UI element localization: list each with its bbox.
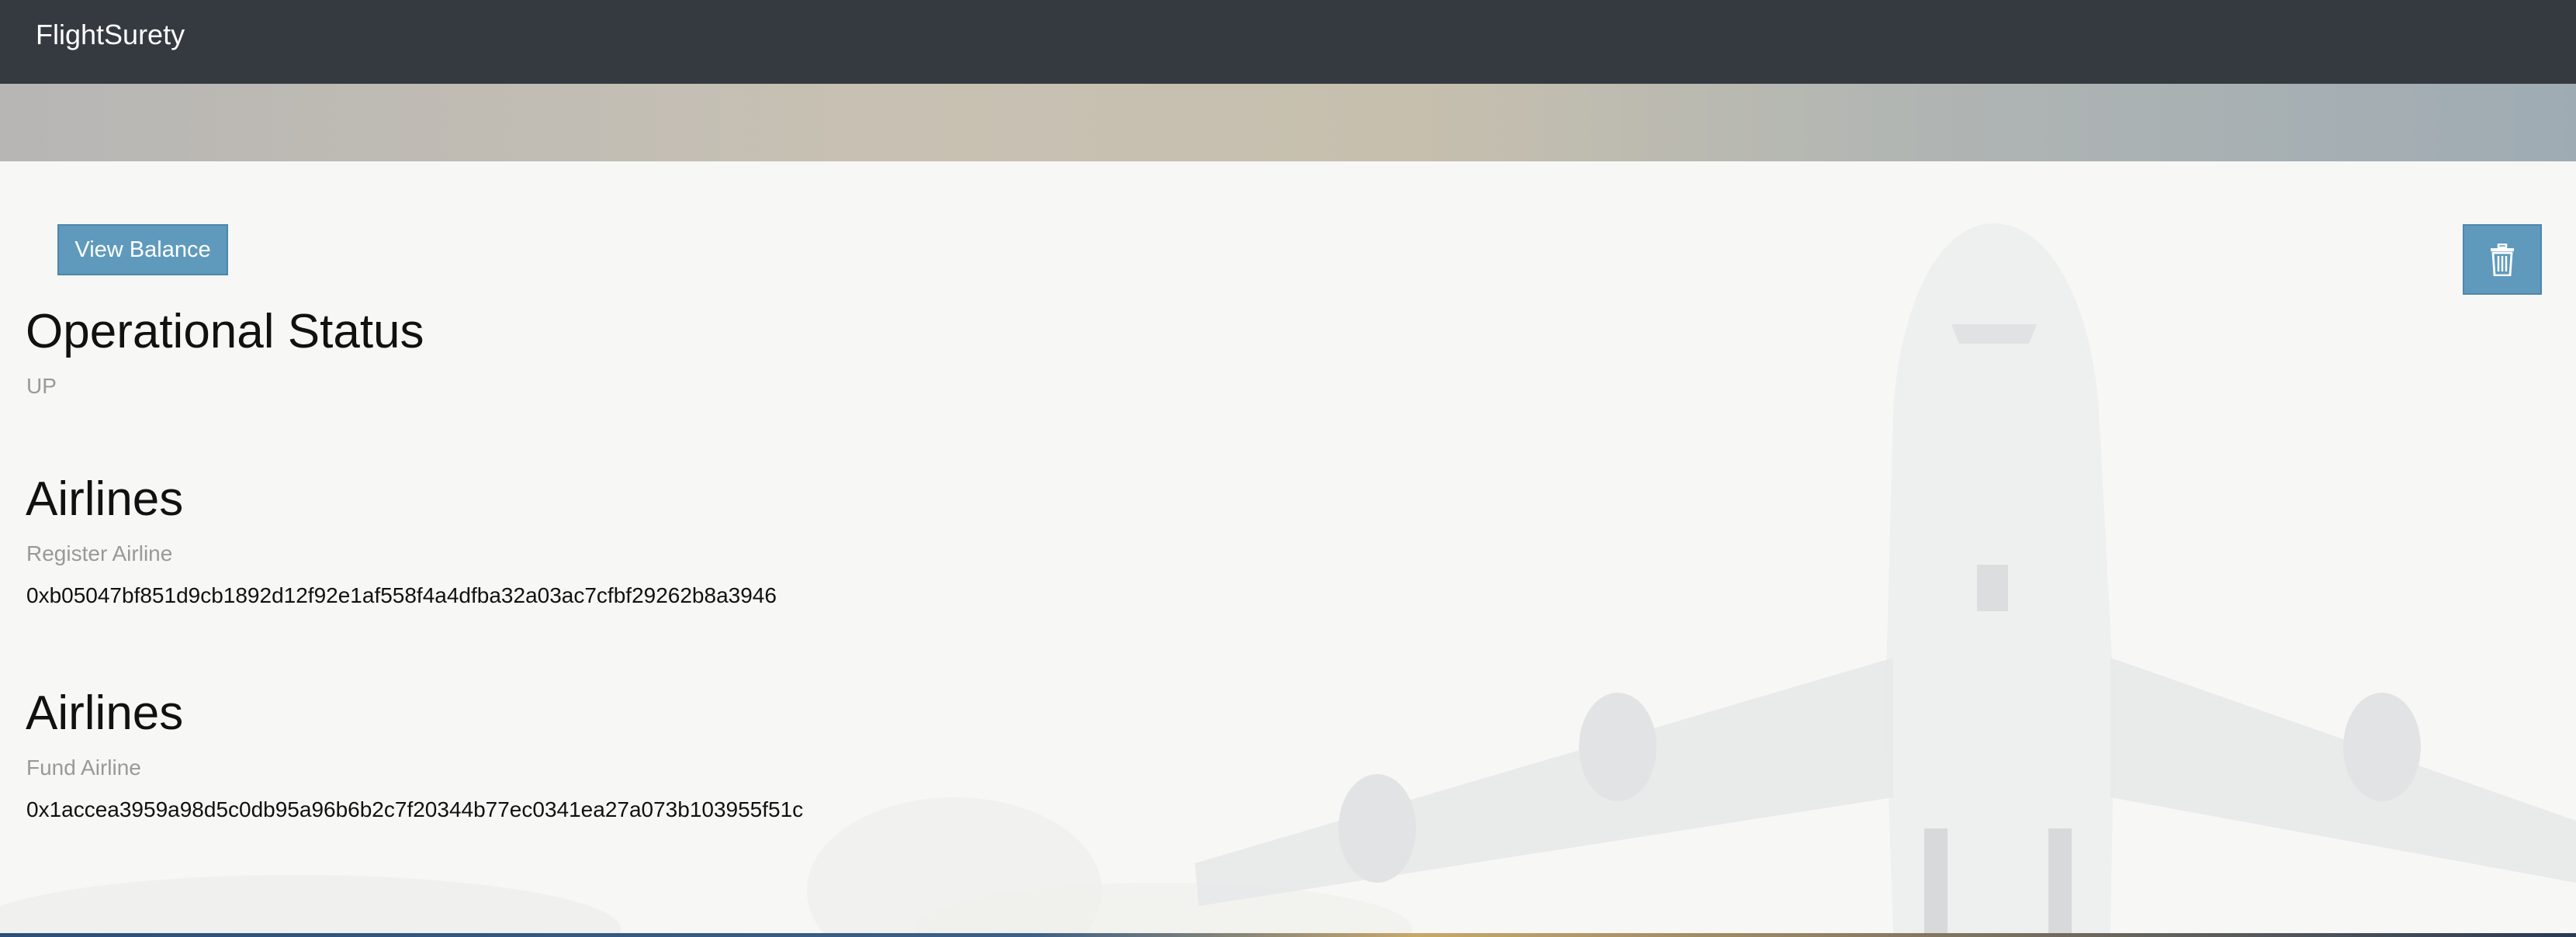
fund-airline-address: 0x1accea3959a98d5c0db95a96b6b2c7f20344b7… xyxy=(26,797,804,821)
trash-icon xyxy=(2491,243,2514,276)
register-airline-address: 0xb05047bf851d9cb1892d12f92e1af558f4a4df… xyxy=(26,583,777,607)
operational-status-value: UP xyxy=(26,374,57,398)
hero-image-strip xyxy=(0,84,2576,161)
fund-airline-label: Fund Airline xyxy=(26,755,141,780)
view-balance-button[interactable]: View Balance xyxy=(57,224,228,275)
register-airline-label: Register Airline xyxy=(26,541,173,565)
footer-image-strip xyxy=(0,933,2576,937)
airlines-register-heading: Airlines xyxy=(26,472,184,526)
navbar: FlightSurety xyxy=(0,0,2576,84)
airlines-fund-heading: Airlines xyxy=(26,686,184,740)
brand-link[interactable]: FlightSurety xyxy=(36,19,185,51)
operational-status-heading: Operational Status xyxy=(26,305,424,358)
page: FlightSurety View Balance Operational St… xyxy=(0,0,2576,937)
delete-button[interactable] xyxy=(2463,224,2542,295)
